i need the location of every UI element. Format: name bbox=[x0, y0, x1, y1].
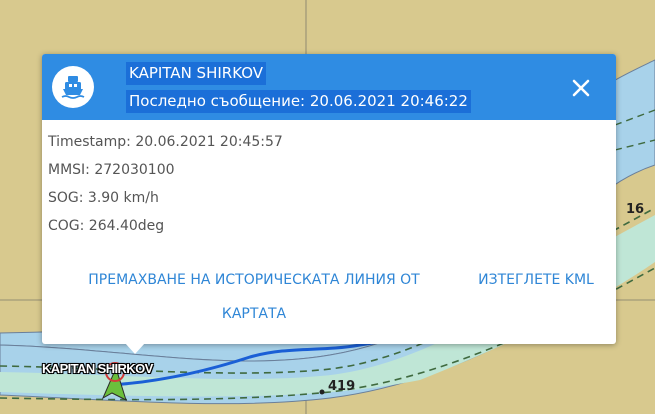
popup-pointer bbox=[125, 343, 145, 354]
mmsi-field: MMSI: 272030100 bbox=[48, 162, 175, 178]
vessel-name-title: KAPITAN SHIRKOV bbox=[126, 62, 267, 85]
cog-field: COG: 264.40deg bbox=[48, 218, 165, 234]
remove-history-line-link[interactable]: ПРЕМАХВАНЕ НА ИСТОРИЧЕСКАТА ЛИНИЯ ОТ КАР… bbox=[54, 263, 454, 331]
vessel-info-popup: KAPITAN SHIRKOV Последно съобщение: 20.0… bbox=[42, 54, 616, 354]
vessel-map-label[interactable]: KAPITAN SHIRKOV bbox=[42, 361, 153, 376]
timestamp-field: Timestamp: 20.06.2021 20:45:57 bbox=[48, 134, 283, 150]
depth-marker bbox=[319, 389, 325, 395]
depth-label-bottom: 419 bbox=[328, 379, 356, 394]
download-kml-link[interactable]: ИЗТЕГЛЕТЕ KML bbox=[478, 263, 594, 297]
sog-field: SOG: 3.90 km/h bbox=[48, 190, 159, 206]
close-icon[interactable] bbox=[567, 74, 595, 102]
depth-label-right: 16 bbox=[626, 202, 645, 217]
last-message-time: Последно съобщение: 20.06.2021 20:46:22 bbox=[126, 90, 471, 113]
popup-header: KAPITAN SHIRKOV Последно съобщение: 20.0… bbox=[42, 54, 616, 120]
ship-icon bbox=[52, 66, 94, 108]
